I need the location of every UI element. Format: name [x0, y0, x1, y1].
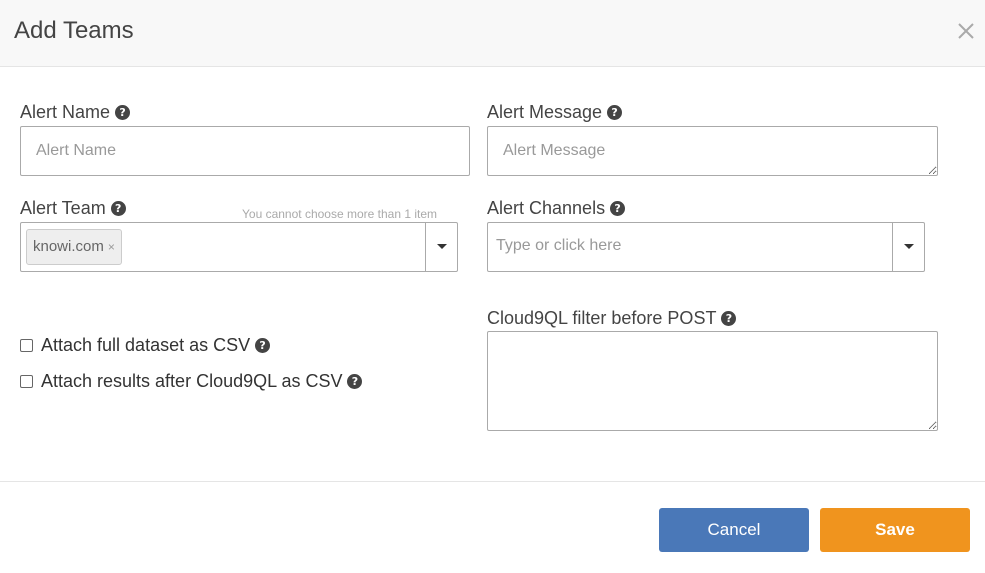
save-button[interactable]: Save [820, 508, 970, 552]
alert-name-label: Alert Name ? [20, 102, 131, 123]
alert-name-label-text: Alert Name [20, 102, 111, 122]
alert-name-input[interactable] [20, 126, 470, 176]
alert-channels-label: Alert Channels ? [487, 198, 626, 219]
help-icon[interactable]: ? [110, 201, 126, 216]
attach-full-dataset-row[interactable]: Attach full dataset as CSV ? [20, 335, 271, 356]
close-icon [958, 23, 974, 39]
attach-results-label: Attach results after Cloud9QL as CSV [41, 371, 343, 391]
alert-message-label-text: Alert Message [487, 102, 603, 122]
selected-team-label: knowi.com [33, 238, 104, 255]
cancel-button[interactable]: Cancel [659, 508, 809, 552]
close-button[interactable] [955, 20, 977, 42]
chevron-down-icon[interactable] [425, 223, 457, 271]
remove-tag-icon[interactable]: × [108, 230, 115, 264]
attach-full-dataset-checkbox[interactable] [20, 339, 33, 352]
modal-footer: Cancel Save [0, 481, 985, 573]
cloud9ql-filter-label-text: Cloud9QL filter before POST [487, 308, 717, 328]
alert-team-label-text: Alert Team [20, 198, 106, 218]
help-icon[interactable]: ? [607, 105, 623, 120]
chevron-down-icon[interactable] [892, 223, 924, 271]
selection-limit-note: You cannot choose more than 1 item [242, 207, 438, 221]
help-icon[interactable]: ? [115, 105, 131, 120]
help-icon[interactable]: ? [255, 338, 271, 353]
modal-header: Add Teams [0, 0, 985, 67]
alert-channels-label-text: Alert Channels [487, 198, 606, 218]
help-icon[interactable]: ? [721, 311, 737, 326]
selected-team-tag: knowi.com × [26, 229, 122, 265]
attach-full-dataset-label: Attach full dataset as CSV [41, 335, 251, 355]
alert-message-label: Alert Message ? [487, 102, 623, 123]
alert-channels-select[interactable]: Type or click here [487, 222, 925, 272]
attach-results-checkbox[interactable] [20, 375, 33, 388]
help-icon[interactable]: ? [610, 201, 626, 216]
modal-title: Add Teams [14, 17, 134, 44]
help-icon[interactable]: ? [347, 374, 363, 389]
add-teams-modal: Add Teams Alert Name ? Alert Message ? A… [0, 0, 985, 573]
attach-results-row[interactable]: Attach results after Cloud9QL as CSV ? [20, 371, 363, 392]
cloud9ql-filter-textarea[interactable] [487, 331, 938, 431]
alert-channels-placeholder: Type or click here [496, 237, 622, 254]
alert-team-label: Alert Team ? [20, 198, 126, 219]
cloud9ql-filter-label: Cloud9QL filter before POST ? [487, 308, 737, 329]
alert-team-select[interactable]: knowi.com × [20, 222, 458, 272]
alert-message-textarea[interactable] [487, 126, 938, 176]
